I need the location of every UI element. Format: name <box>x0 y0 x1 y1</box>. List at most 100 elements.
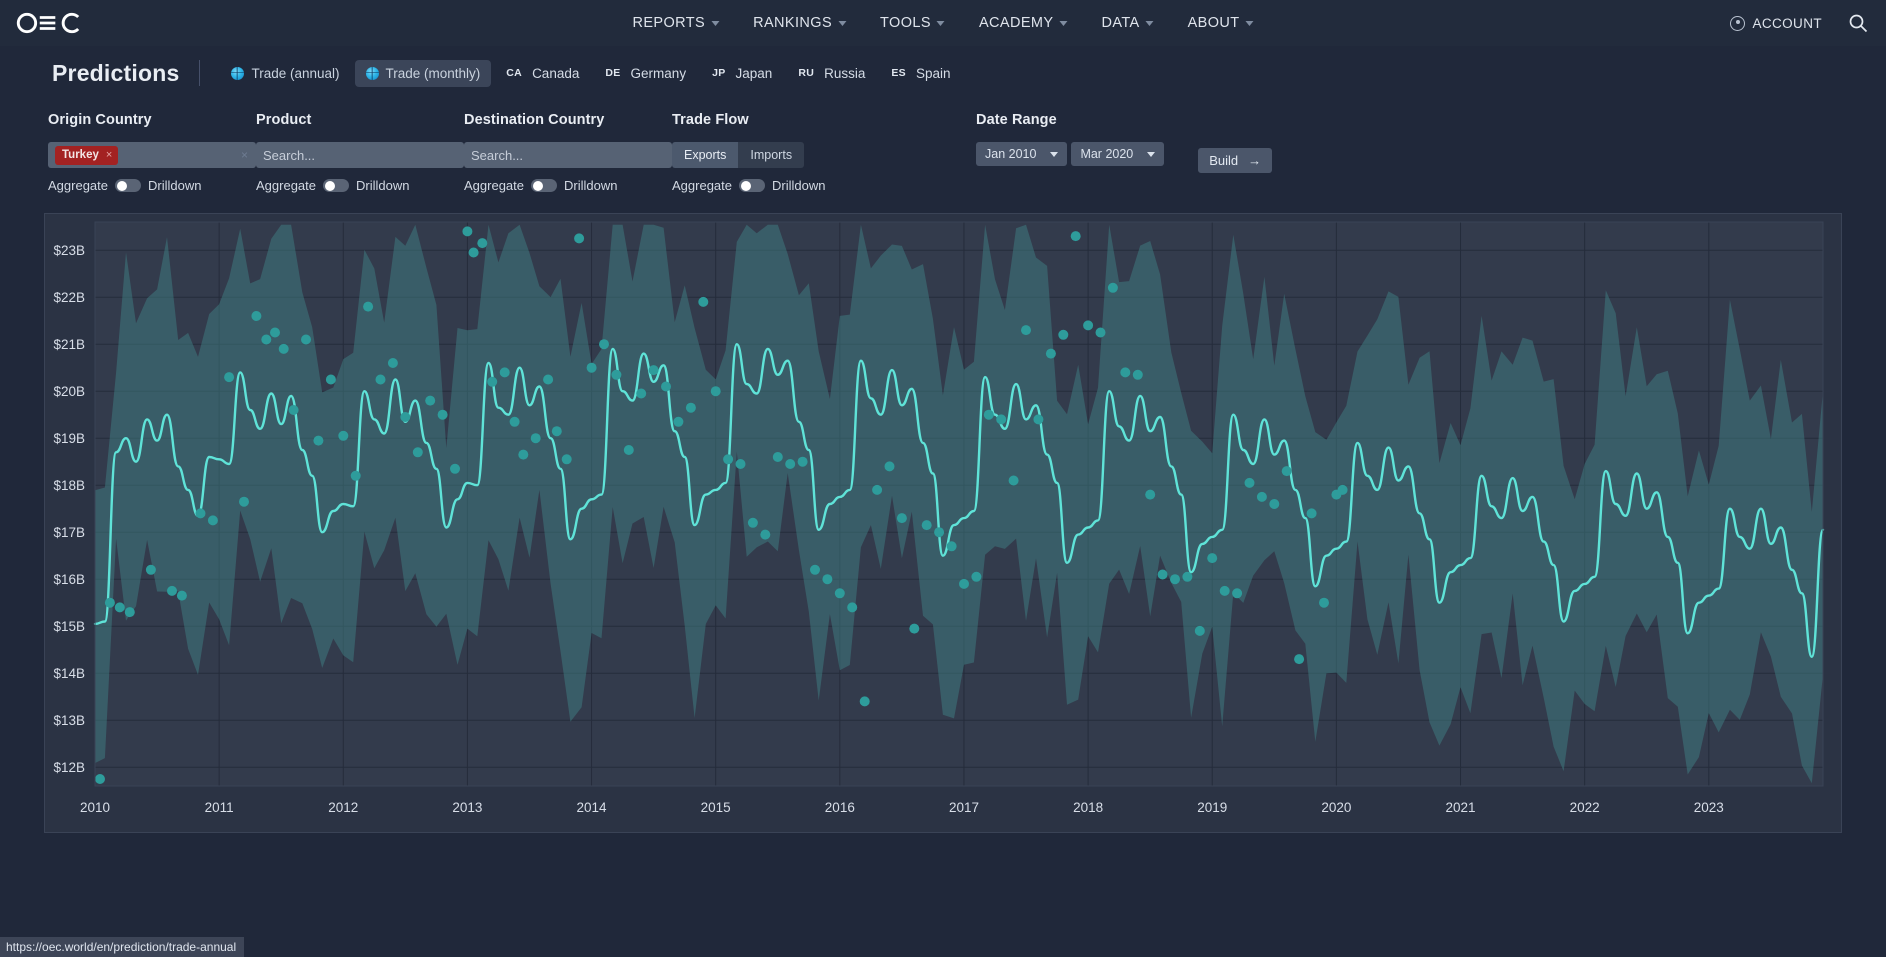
search-icon[interactable] <box>1848 13 1868 33</box>
data-point <box>1319 597 1329 608</box>
filter-label: Destination Country <box>464 112 605 128</box>
svg-text:2022: 2022 <box>1570 800 1600 815</box>
data-point <box>387 358 398 368</box>
exports-button[interactable]: Exports <box>672 142 739 168</box>
svg-text:$16B: $16B <box>53 572 85 587</box>
svg-text:2020: 2020 <box>1321 800 1351 815</box>
country-code: JP <box>712 67 726 79</box>
tradeflow-drilldown-switch[interactable] <box>739 179 765 192</box>
filter-label: Origin Country <box>48 112 152 128</box>
data-point <box>810 564 820 575</box>
nav-item-reports[interactable]: REPORTS <box>632 15 720 31</box>
data-point <box>1033 414 1044 425</box>
arrow-right-icon: → <box>1248 153 1262 168</box>
data-point <box>1120 367 1131 378</box>
nav-item-rankings[interactable]: RANKINGS <box>753 15 847 31</box>
data-point <box>1058 329 1069 340</box>
chevron-down-icon <box>1145 20 1154 26</box>
origin-chip-turkey[interactable]: Turkey × <box>55 145 119 165</box>
nav-label: TOOLS <box>880 15 931 31</box>
tab-trade-annual[interactable]: Trade (annual) <box>220 60 350 87</box>
tab-country-spain[interactable]: ES Spain <box>880 60 961 87</box>
data-point <box>1008 475 1019 486</box>
data-point <box>1194 625 1205 636</box>
svg-text:2014: 2014 <box>577 800 608 815</box>
nav-item-tools[interactable]: TOOLS <box>880 15 945 31</box>
data-point <box>1244 477 1255 488</box>
data-point <box>425 395 436 406</box>
prediction-chart-card: $23B $22B $21B $20B $19B $18B $17B $16B $15B $14B… <box>44 213 1842 833</box>
tab-country-canada[interactable]: CA Canada <box>495 60 590 87</box>
data-point <box>412 447 423 458</box>
data-point <box>224 372 235 383</box>
nav-label: ACADEMY <box>978 15 1054 31</box>
data-point <box>959 578 969 589</box>
product-input[interactable]: Search... <box>256 142 464 168</box>
data-point <box>530 433 541 444</box>
tab-country-russia[interactable]: RU Russia <box>787 60 876 87</box>
svg-text:$13B: $13B <box>53 713 85 728</box>
filter-destination-country: Destination Country Search... Aggregate … <box>464 112 672 193</box>
data-point <box>313 435 324 446</box>
data-point <box>509 416 520 427</box>
data-point <box>325 374 336 385</box>
data-point <box>909 623 920 634</box>
top-navigation-bar: REPORTS RANKINGS TOOLS ACADEMY DATA ABOU… <box>0 0 1886 46</box>
data-point <box>551 426 562 437</box>
data-point <box>543 374 554 385</box>
data-point <box>611 369 622 380</box>
date-start-value: Jan 2010 <box>985 147 1037 161</box>
destination-drilldown-switch[interactable] <box>531 179 557 192</box>
globe-icon <box>231 66 245 80</box>
nav-item-about[interactable]: ABOUT <box>1188 15 1254 31</box>
country-name: Canada <box>532 65 580 81</box>
data-point <box>884 461 895 472</box>
drilldown-label: Drilldown <box>148 178 202 193</box>
tab-country-japan[interactable]: JP Japan <box>701 60 783 87</box>
product-placeholder: Search... <box>263 147 316 163</box>
nav-item-data[interactable]: DATA <box>1101 15 1154 31</box>
data-point <box>599 339 609 350</box>
drilldown-label: Drilldown <box>772 178 826 193</box>
prediction-chart[interactable]: $23B $22B $21B $20B $19B $18B $17B $16B $15B $14B… <box>45 214 1841 832</box>
build-button[interactable]: Build → <box>1198 148 1273 173</box>
filter-bar: Origin Country Turkey × × Aggregate Dril… <box>0 90 1886 193</box>
date-range-end-select[interactable]: Mar 2020 <box>1071 142 1165 166</box>
chevron-down-icon <box>1059 20 1068 26</box>
data-point <box>872 484 883 495</box>
origin-drilldown-switch[interactable] <box>115 179 141 192</box>
data-point <box>847 602 858 613</box>
date-range-start-select[interactable]: Jan 2010 <box>976 142 1068 166</box>
data-point <box>477 238 488 249</box>
country-code: CA <box>506 67 523 79</box>
filter-date-range: Date Range Jan 2010 Mar 2020 <box>976 112 1165 166</box>
clear-icon[interactable]: × <box>241 148 248 162</box>
data-point <box>1269 499 1280 509</box>
tab-trade-monthly[interactable]: Trade (monthly) <box>354 59 492 87</box>
close-icon[interactable]: × <box>106 149 112 161</box>
data-point <box>145 564 156 575</box>
data-point <box>1281 466 1292 477</box>
account-button[interactable]: ACCOUNT <box>1730 15 1822 31</box>
data-point <box>723 454 734 465</box>
nav-item-academy[interactable]: ACADEMY <box>979 15 1068 31</box>
filter-trade-flow: Trade Flow Exports Imports Aggregate Dri… <box>672 112 880 193</box>
chevron-down-icon <box>1147 151 1156 157</box>
data-point <box>1045 348 1056 359</box>
data-point <box>167 585 177 596</box>
destination-country-input[interactable]: Search... <box>464 142 672 168</box>
data-point <box>946 541 957 552</box>
data-point <box>104 597 115 608</box>
chevron-down-icon <box>1050 151 1059 157</box>
origin-country-input[interactable]: Turkey × × <box>48 142 256 168</box>
data-point <box>760 529 771 540</box>
svg-text:$17B: $17B <box>53 525 85 540</box>
svg-text:$20B: $20B <box>53 384 85 399</box>
oec-logo[interactable] <box>16 8 80 38</box>
tab-country-germany[interactable]: DE Germany <box>594 60 697 87</box>
data-point <box>363 301 374 312</box>
product-drilldown-switch[interactable] <box>323 179 349 192</box>
aggregate-label: Aggregate <box>256 178 316 193</box>
imports-button[interactable]: Imports <box>738 142 805 168</box>
svg-text:$18B: $18B <box>53 478 85 493</box>
